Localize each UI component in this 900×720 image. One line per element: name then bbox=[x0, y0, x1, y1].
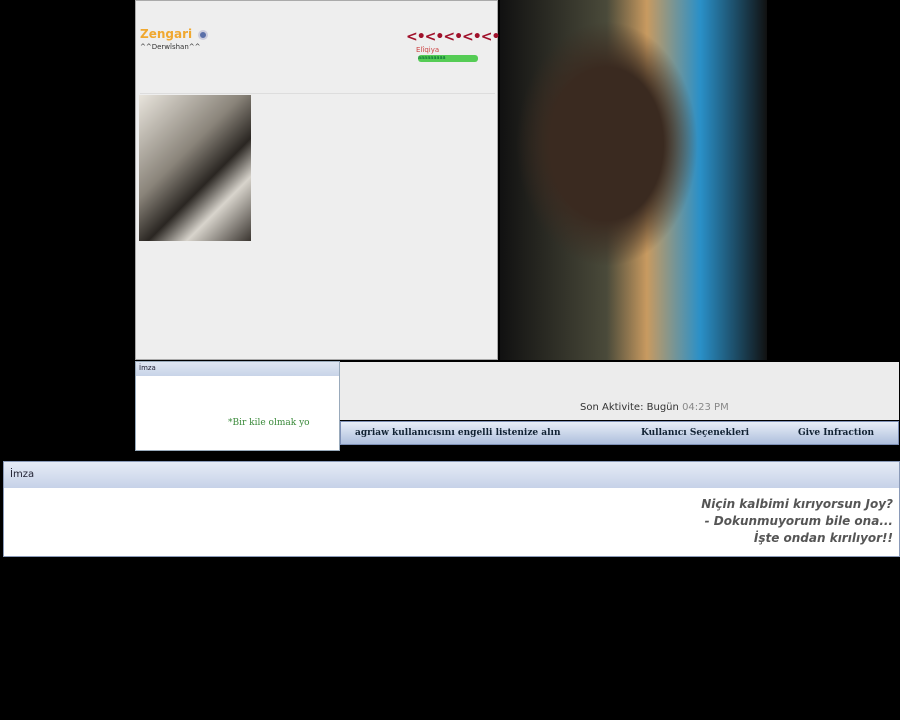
user-title: ^^Derwîshan^^ bbox=[140, 43, 201, 51]
user-actions-bar: agriaw kullanıcısını engelli listenize a… bbox=[340, 421, 899, 445]
online-status-icon bbox=[198, 30, 208, 40]
ignore-user-link[interactable]: agriaw kullanıcısını engelli listenize a… bbox=[355, 428, 561, 438]
activity-panel: Son Aktivite: Bugün 04:23 PM bbox=[340, 362, 899, 420]
signature-header: İmza bbox=[4, 462, 899, 488]
give-infraction-link[interactable]: Give Infraction bbox=[798, 428, 874, 438]
user-info-panel: Zengari ^^Derwîshan^^ <•<•<•<•<• Elîqiya… bbox=[135, 0, 500, 360]
divider bbox=[140, 93, 495, 94]
last-activity: Son Aktivite: Bugün 04:23 PM bbox=[580, 402, 729, 413]
signature-line: - Dokunmuyorum bile ona... bbox=[704, 514, 893, 528]
signature-text: Niçin kalbimi kırıyorsun Joy? - Dokunmuy… bbox=[701, 496, 893, 547]
username-link[interactable]: Zengari bbox=[140, 27, 192, 41]
rank-label: Elîqiya bbox=[416, 46, 440, 54]
signature-text: *Bir kile olmak yo bbox=[228, 418, 310, 428]
avatar[interactable] bbox=[139, 95, 251, 241]
signature-line: Niçin kalbimi kırıyorsun Joy? bbox=[701, 497, 893, 511]
rank-icons: <•<•<•<•<• bbox=[406, 29, 500, 45]
reputation-bar: aaaaaaaaa bbox=[418, 55, 478, 62]
signature-box: İmza Niçin kalbimi kırıyorsun Joy? - Dok… bbox=[3, 461, 900, 557]
last-activity-day: Bugün bbox=[646, 402, 679, 413]
post-image bbox=[500, 0, 767, 360]
signature-header: İmza bbox=[136, 362, 339, 376]
last-activity-label: Son Aktivite: bbox=[580, 402, 644, 413]
last-activity-time: 04:23 PM bbox=[682, 402, 729, 413]
signature-line: İşte ondan kırılıyor!! bbox=[753, 531, 893, 545]
user-options-link[interactable]: Kullanıcı Seçenekleri bbox=[641, 428, 749, 438]
signature-box-small: İmza *Bir kile olmak yo bbox=[135, 361, 340, 451]
